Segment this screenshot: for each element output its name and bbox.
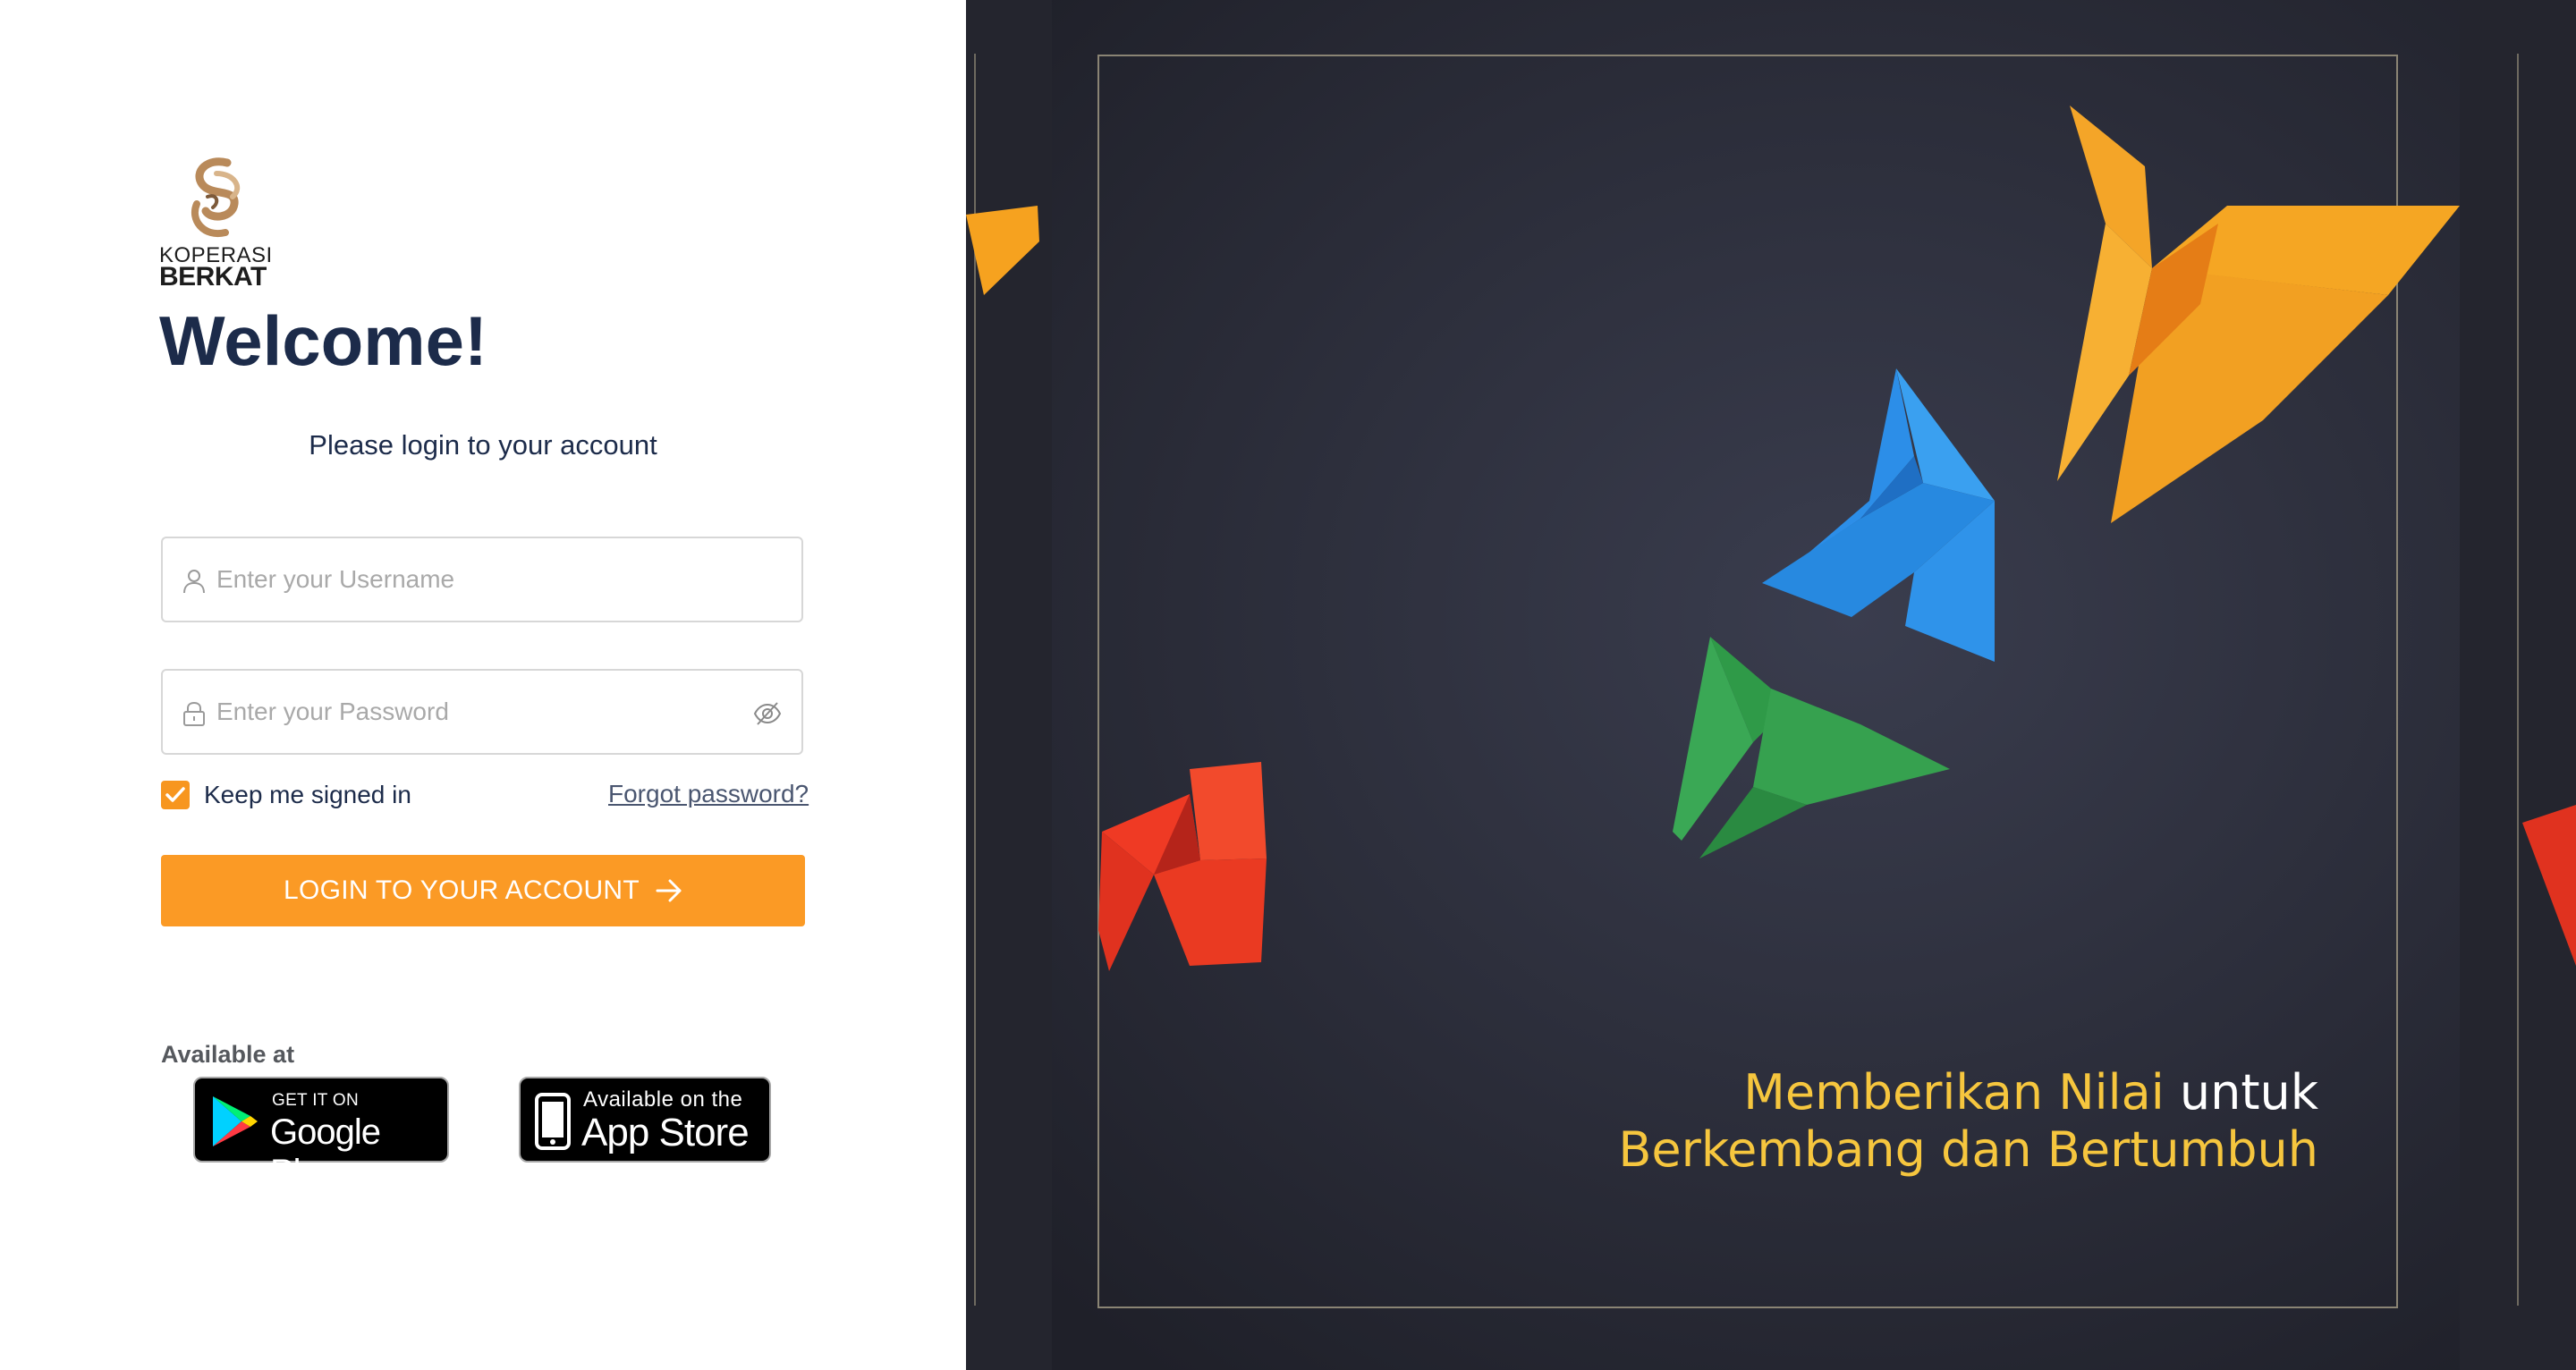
remember-me-checkbox[interactable]: Keep me signed in [161,780,411,810]
left-slide-edge [966,0,1052,1370]
login-button-label: LOGIN TO YOUR ACCOUNT [283,875,640,905]
phone-icon [535,1093,571,1150]
koperasi-berkat-logo: KOPERASI BERKAT [159,157,275,292]
eye-slash-icon[interactable] [753,701,782,726]
available-at-heading: Available at [161,1041,295,1068]
logo-text-bottom: BERKAT [159,262,267,292]
forgot-password-link[interactable]: Forgot password? [608,780,809,808]
username-field [161,537,803,622]
hero-tagline-rest: untuk [2179,1064,2318,1121]
hero-tagline-highlight: Memberikan Nilai [1743,1064,2165,1121]
password-field [161,669,803,755]
hero-tagline: Memberikan Nilai untuk Berkembang dan Be… [1618,1064,2318,1179]
app-store-badge[interactable]: Available on the App Store [519,1077,771,1163]
google-play-small-text: GET IT ON [272,1091,360,1110]
password-input[interactable] [216,671,717,753]
lock-icon [183,701,205,726]
google-play-badge[interactable]: GET IT ON Google Play [193,1077,449,1192]
remember-me-label: Keep me signed in [204,781,411,808]
login-button[interactable]: LOGIN TO YOUR ACCOUNT [161,855,805,926]
user-icon [183,570,205,594]
checkbox-box[interactable] [161,781,190,809]
google-play-icon [213,1096,258,1146]
app-store-big-text: App Store [581,1111,750,1154]
check-icon [165,787,185,802]
logo-emblem-icon [191,157,241,238]
hero-panel: Memberikan Nilai untuk Berkembang dan Be… [966,0,2576,1370]
arrow-right-icon [656,879,682,902]
google-play-big-text: Google Play [270,1112,381,1192]
hero-tagline-line2: Berkembang dan Bertumbuh [1618,1121,2318,1178]
hero-tagline-line1: Memberikan Nilai untuk [1618,1064,2318,1121]
app-store-small-text: Available on the [583,1087,743,1112]
username-input[interactable] [216,538,717,621]
page-subtitle: Please login to your account [309,429,657,461]
page-title: Welcome! [159,301,487,380]
login-panel: KOPERASI BERKAT Welcome! Please login to… [0,0,966,1370]
